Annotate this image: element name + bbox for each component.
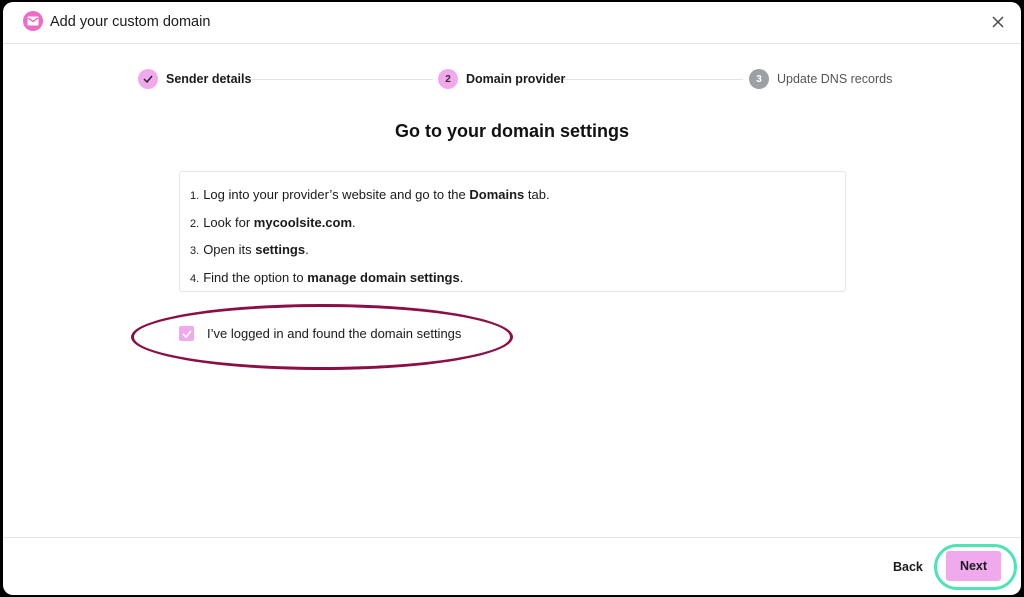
instruction-item: 1. Log into your provider’s website and g… (190, 182, 845, 210)
instruction-text: . (459, 269, 464, 285)
instruction-text: Log into your provider’s website and go … (203, 187, 470, 202)
instruction-text: Look for (203, 214, 254, 230)
instruction-text: . (352, 214, 356, 230)
check-icon (181, 329, 192, 338)
dialog-header: Add your custom domain (3, 2, 1021, 44)
page-heading: Go to your domain settings (394, 121, 629, 141)
add-custom-domain-dialog: Add your custom domain Sender details 2 … (3, 2, 1021, 595)
instruction-number: 3. (190, 245, 200, 257)
confirm-checkbox-row[interactable]: I’ve logged in and found the domain sett… (179, 326, 461, 341)
instruction-text: Open its (203, 242, 256, 257)
instruction-item: 2. Look for mycoolsite.com. (190, 210, 845, 238)
instruction-item: 4. Find the option to manage domain setti… (190, 265, 845, 293)
check-icon (138, 69, 158, 89)
envelope-icon (23, 11, 43, 31)
stepper: Sender details 2 Domain provider 3 Updat… (3, 66, 1021, 96)
step-connector (247, 79, 433, 80)
instruction-item: 3. Open its settings. (190, 237, 845, 265)
instruction-number: 4. (190, 272, 200, 285)
step-update-dns-records[interactable]: 3 Update DNS records (749, 69, 892, 89)
back-button[interactable]: Back (893, 560, 923, 574)
close-icon[interactable] (989, 13, 1007, 31)
instruction-emphasis: mycoolsite.com (253, 214, 353, 230)
step-label: Domain provider (466, 72, 566, 86)
step-number: 2 (438, 69, 458, 89)
step-label: Sender details (166, 72, 252, 86)
instruction-emphasis: settings (255, 242, 306, 257)
instruction-text: Find the option to (203, 269, 308, 285)
instructions-box: 1. Log into your provider’s website and g… (179, 171, 846, 292)
dialog-footer: Back Next (3, 537, 1021, 595)
confirm-checkbox[interactable] (179, 326, 194, 341)
confirm-label: I’ve logged in and found the domain sett… (207, 326, 462, 341)
step-connector (558, 79, 743, 80)
step-label: Update DNS records (777, 72, 893, 86)
next-button[interactable]: Next (946, 551, 1001, 581)
step-domain-provider[interactable]: 2 Domain provider (438, 69, 565, 89)
instruction-emphasis: Domains (469, 187, 525, 202)
instruction-number: 1. (190, 190, 200, 202)
instruction-text: tab. (524, 187, 550, 202)
step-sender-details[interactable]: Sender details (138, 69, 251, 89)
instruction-number: 2. (190, 217, 200, 230)
dialog-title: Add your custom domain (50, 14, 211, 30)
instruction-emphasis: manage domain settings (307, 269, 460, 285)
step-number: 3 (749, 69, 769, 89)
instruction-text: . (305, 242, 309, 257)
